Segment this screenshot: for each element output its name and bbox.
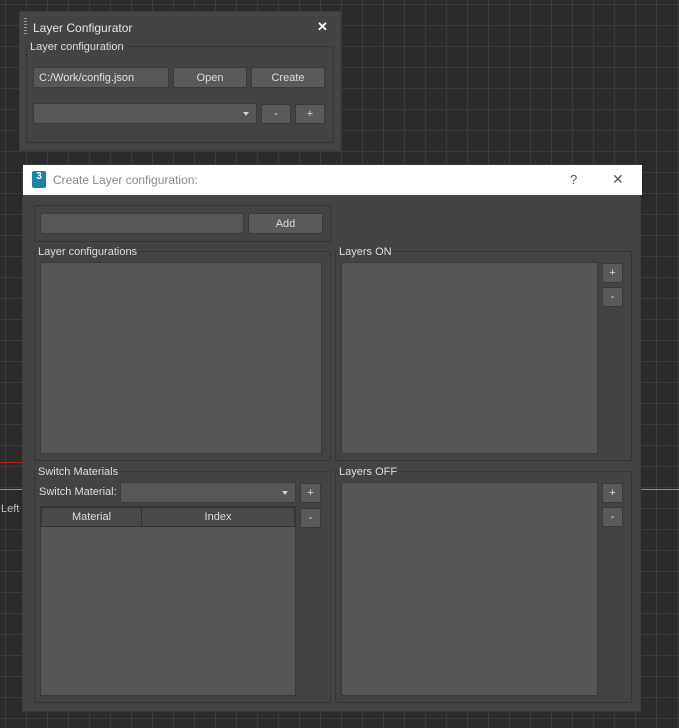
layers-off-add-button[interactable]: + xyxy=(602,483,623,503)
chevron-down-icon xyxy=(282,490,288,495)
viewport-axis-yellow-left xyxy=(0,489,22,490)
layers-on-remove-button[interactable]: - xyxy=(602,287,623,307)
viewport-label[interactable]: Left xyxy=(1,503,19,515)
material-table[interactable]: Material Index xyxy=(40,506,296,696)
switch-material-dropdown[interactable] xyxy=(120,482,296,503)
layer-configuration-group xyxy=(26,46,334,143)
open-button[interactable]: Open xyxy=(173,67,247,88)
drag-handle[interactable] xyxy=(24,18,27,34)
layers-on-add-button[interactable]: + xyxy=(602,263,623,283)
viewport-axis-yellow-right xyxy=(641,489,679,490)
layers-on-title: Layers ON xyxy=(338,246,393,258)
layers-on-list[interactable] xyxy=(341,262,598,454)
remove-config-button[interactable]: - xyxy=(261,104,291,124)
material-column-header[interactable]: Material xyxy=(41,507,142,527)
chevron-down-icon xyxy=(243,111,249,116)
dialog-title: Create Layer configuration: xyxy=(53,173,198,187)
configurator-title: Layer Configurator xyxy=(33,21,133,35)
app-icon: 3 xyxy=(32,171,46,188)
dialog-close-icon[interactable]: ✕ xyxy=(612,171,624,188)
create-layer-dialog: 3 Create Layer configuration: ? ✕ Add La… xyxy=(22,164,642,712)
viewport-axis-red xyxy=(0,462,22,463)
create-button[interactable]: Create xyxy=(251,67,325,88)
add-config-button[interactable]: + xyxy=(295,104,325,124)
layers-off-remove-button[interactable]: - xyxy=(602,507,623,527)
configurator-close-icon[interactable]: ✕ xyxy=(317,19,328,35)
layers-off-title: Layers OFF xyxy=(338,466,399,478)
switch-material-remove-button[interactable]: - xyxy=(300,508,321,528)
app-icon-text: 3 xyxy=(36,171,42,182)
switch-materials-title: Switch Materials xyxy=(37,466,120,478)
configuration-dropdown[interactable] xyxy=(33,103,257,124)
index-column-header[interactable]: Index xyxy=(141,507,295,527)
add-button[interactable]: Add xyxy=(248,213,323,234)
layer-configurations-list[interactable] xyxy=(40,262,322,454)
switch-material-add-button[interactable]: + xyxy=(300,483,321,503)
switch-material-label: Switch Material: xyxy=(39,486,117,498)
help-icon[interactable]: ? xyxy=(570,172,577,187)
dialog-titlebar[interactable]: 3 Create Layer configuration: ? ✕ xyxy=(23,165,642,195)
layer-configuration-title: Layer configuration xyxy=(29,41,125,53)
layer-configurations-title: Layer configurations xyxy=(37,246,139,258)
config-path-field[interactable]: C:/Work/config.json xyxy=(33,67,169,88)
layers-off-list[interactable] xyxy=(341,482,598,696)
layer-configurator-panel: Layer Configurator ✕ Layer configuration… xyxy=(19,11,341,151)
new-config-name-input[interactable] xyxy=(40,213,244,234)
